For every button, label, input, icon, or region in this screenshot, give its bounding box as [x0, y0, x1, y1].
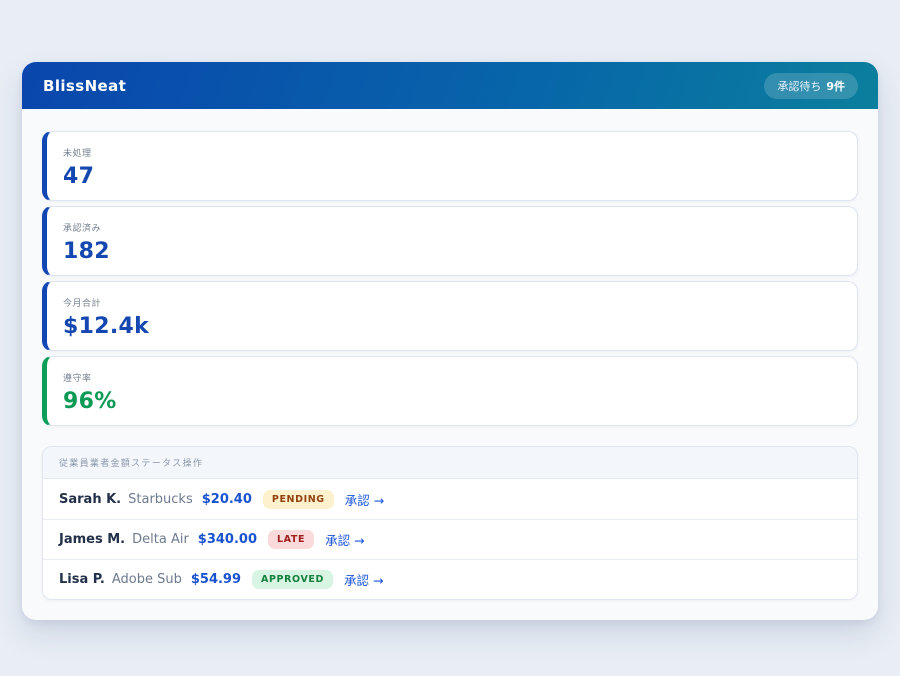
stat-card-unprocessed: 未処理 47 — [42, 131, 858, 201]
stat-label: 承認済み — [63, 221, 841, 234]
employee-name: Lisa P. — [59, 572, 105, 587]
stat-value: $12.4k — [63, 314, 841, 339]
approve-link[interactable]: 承認 → — [344, 570, 383, 589]
stat-value: 96% — [63, 389, 841, 414]
stat-value: 182 — [63, 239, 841, 264]
vendor-name: Starbucks — [128, 492, 193, 507]
status-badge: APPROVED — [252, 570, 333, 589]
pending-count-value: 9件 — [826, 78, 845, 94]
dashboard-body: 未処理 47 承認済み 182 今月合計 $12.4k 遵守率 96% 従業員業… — [22, 109, 878, 620]
employee-name: James M. — [59, 532, 125, 547]
vendor-name: Adobe Sub — [112, 572, 182, 587]
status-badge: PENDING — [263, 490, 334, 509]
app-title: BlissNeat — [43, 77, 126, 95]
approve-link[interactable]: 承認 → — [345, 490, 384, 509]
table-row: Lisa P. Adobe Sub $54.99 APPROVED 承認 → — [43, 559, 857, 599]
table-row: James M. Delta Air $340.00 LATE 承認 → — [43, 519, 857, 559]
stat-card-approved: 承認済み 182 — [42, 206, 858, 276]
stat-value: 47 — [63, 164, 841, 189]
pending-count-label: 承認待ち — [777, 78, 821, 94]
table-header: 従業員業者金額ステータス操作 — [43, 447, 857, 479]
table-row: Sarah K. Starbucks $20.40 PENDING 承認 → — [43, 479, 857, 519]
stat-label: 遵守率 — [63, 371, 841, 384]
app-header: BlissNeat 承認待ち 9件 — [22, 62, 878, 109]
employee-name: Sarah K. — [59, 492, 121, 507]
expenses-table: 従業員業者金額ステータス操作 Sarah K. Starbucks $20.40… — [42, 446, 858, 600]
approve-link[interactable]: 承認 → — [325, 530, 364, 549]
stat-card-compliance-rate: 遵守率 96% — [42, 356, 858, 426]
stat-label: 未処理 — [63, 146, 841, 159]
stat-label: 今月合計 — [63, 296, 841, 309]
vendor-name: Delta Air — [132, 532, 189, 547]
expense-amount: $54.99 — [191, 572, 241, 587]
expense-amount: $20.40 — [202, 492, 252, 507]
stat-card-monthly-total: 今月合計 $12.4k — [42, 281, 858, 351]
main-app-card: BlissNeat 承認待ち 9件 未処理 47 承認済み 182 今月合計 $… — [22, 62, 878, 620]
expense-amount: $340.00 — [198, 532, 257, 547]
pending-count-badge: 承認待ち 9件 — [764, 73, 858, 99]
status-badge: LATE — [268, 530, 314, 549]
